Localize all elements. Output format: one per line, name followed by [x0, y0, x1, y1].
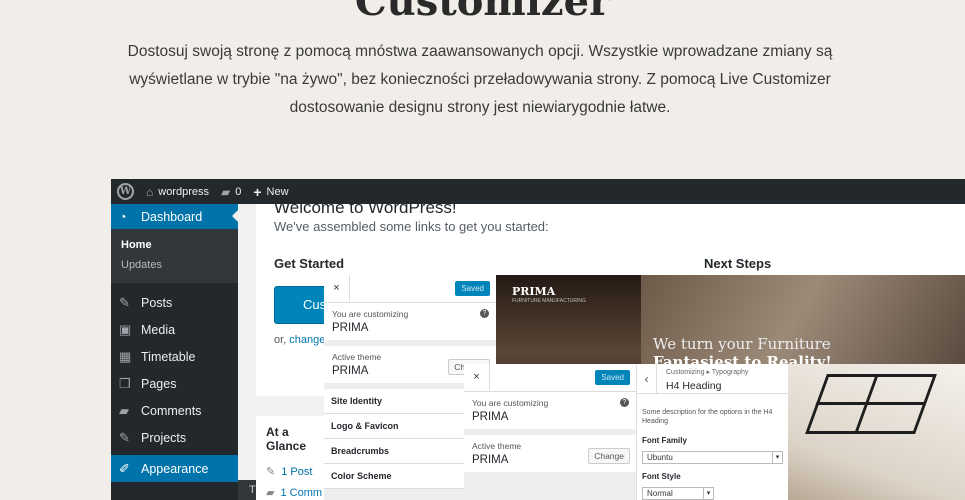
comment-icon: ▰: [221, 184, 231, 199]
customizing-site: PRIMA: [332, 322, 369, 334]
customizing-label: You are customizing: [332, 309, 409, 319]
sidebar-item-label: Posts: [141, 295, 173, 310]
comment-icon: ▰: [119, 402, 129, 418]
welcome-subtitle: We've assembled some links to get you st…: [274, 219, 549, 234]
sidebar-item-pages[interactable]: ❐ Pages: [111, 370, 238, 397]
font-family-label: Font Family: [642, 436, 687, 445]
glance-posts-link[interactable]: ✎ 1 Post: [256, 453, 331, 478]
saved-button[interactable]: Saved: [455, 281, 490, 296]
new-label: New: [266, 185, 289, 198]
get-started-heading: Get Started: [274, 256, 345, 271]
sidebar-item-label: Appearance: [141, 461, 209, 476]
admin-bar: W ⌂ wordpress ▰ 0 + New: [111, 179, 965, 204]
section-intro: Dostosuj swoją stronę z pomocą mnóstwa z…: [127, 43, 833, 116]
help-icon[interactable]: ?: [480, 309, 489, 318]
sidebar-item-label: Projects: [141, 430, 187, 445]
preview-brand: PRIMA: [512, 285, 556, 298]
pushpin-icon: ✎: [266, 466, 276, 478]
sidebar-item-projects[interactable]: ✎ Projects: [111, 424, 238, 451]
next-steps-heading: Next Steps: [704, 256, 772, 271]
theme-preview-interior: [788, 364, 965, 500]
customizing-label: You are customizing: [472, 398, 549, 408]
preview-hero-line1: We turn your Furniture: [653, 335, 831, 353]
comments-count: 0: [235, 185, 242, 198]
or-text: or,: [274, 334, 287, 346]
typography-header: ‹ Customizing ▸ Typography H4 Heading: [637, 364, 788, 394]
sidebar-item-label: Pages: [141, 376, 177, 391]
ceiling-lamp-bar: [815, 402, 927, 405]
sidebar-item-label: Timetable: [141, 349, 196, 364]
section-title: Customizer: [354, 0, 611, 25]
close-button[interactable]: ×: [324, 275, 350, 302]
saved-button[interactable]: Saved: [595, 370, 630, 385]
wp-admin-screenshot: W ⌂ wordpress ▰ 0 + New ◔ Dashboard Home Upd…: [111, 179, 965, 500]
active-theme-box: Active theme PRIMA Change: [464, 435, 636, 472]
help-icon[interactable]: ?: [620, 398, 629, 407]
sidebar-item-label: Comments: [141, 403, 202, 418]
sidebar-item-label: Media: [141, 322, 176, 337]
welcome-title: Welcome to WordPress!: [274, 198, 457, 217]
change-theme-text: or, change: [274, 334, 325, 346]
back-chevron-icon[interactable]: ‹: [637, 364, 657, 394]
sidebar-item-appearance[interactable]: ✐ Appearance: [111, 455, 238, 482]
customizer-header: × Saved: [324, 275, 496, 303]
customizer-header: × Saved: [464, 364, 636, 392]
sidebar-item-media[interactable]: ▣ Media: [111, 316, 238, 343]
site-name-link[interactable]: ⌂ wordpress: [140, 179, 215, 204]
comments-link[interactable]: ▰ 0: [215, 179, 247, 204]
customizing-info: You are customizing PRIMA ?: [324, 303, 496, 340]
wordpress-icon: W: [117, 183, 134, 200]
dashboard-submenu: Home Updates: [111, 229, 238, 283]
sidebar-item-timetable[interactable]: ▦ Timetable: [111, 343, 238, 370]
glance-comments-label: 1 Comm: [280, 487, 323, 499]
customizing-info: You are customizing PRIMA ?: [464, 392, 636, 429]
sidebar-item-posts[interactable]: ✎ Posts: [111, 289, 238, 316]
font-family-select[interactable]: Ubuntu: [642, 451, 783, 464]
pushpin-icon: ✎: [119, 429, 130, 445]
typography-panel: ‹ Customizing ▸ Typography H4 Heading So…: [636, 364, 788, 500]
sidebar-item-label: Dashboard: [141, 209, 203, 224]
sidebar-item-comments[interactable]: ▰ Comments: [111, 397, 238, 424]
close-button[interactable]: ×: [464, 364, 490, 391]
customizer-panel-2: × Saved You are customizing PRIMA ? Acti…: [464, 364, 636, 500]
wordpress-logo-button[interactable]: W: [111, 179, 140, 204]
glance-comments-link[interactable]: ▰ 1 Comm: [256, 478, 331, 499]
home-icon: ⌂: [146, 184, 154, 199]
brush-icon: ✐: [119, 460, 130, 476]
site-name: wordpress: [158, 185, 209, 198]
comment-icon: ▰: [266, 487, 275, 499]
sidebar-item-dashboard[interactable]: ◔ Dashboard: [111, 204, 238, 229]
change-theme-link[interactable]: change: [289, 334, 325, 346]
submenu-item-updates[interactable]: Updates: [111, 255, 238, 275]
typography-title: H4 Heading: [666, 380, 722, 392]
change-theme-button[interactable]: Change: [588, 448, 630, 464]
submenu-item-home[interactable]: Home: [111, 235, 238, 255]
media-icon: ▣: [119, 321, 132, 337]
typography-breadcrumb: Customizing ▸ Typography: [666, 369, 749, 376]
dashboard-icon: ◔: [119, 209, 127, 224]
font-style-select[interactable]: Normal: [642, 487, 714, 500]
pages-icon: ❐: [119, 375, 131, 391]
plus-icon: +: [253, 183, 262, 200]
typography-description: Some description for the options in the …: [642, 409, 773, 425]
preview-brand-sub: FURNITURE MANUFACTURING: [512, 298, 586, 304]
glance-posts-label: 1 Post: [281, 466, 313, 478]
pushpin-icon: ✎: [119, 294, 130, 310]
font-style-label: Font Style: [642, 472, 681, 481]
customizing-site: PRIMA: [472, 411, 509, 423]
admin-sidebar: ◔ Dashboard Home Updates ✎ Posts ▣ Media ▦ T…: [111, 204, 238, 500]
calendar-icon: ▦: [119, 348, 132, 364]
at-a-glance-widget: At a Glance ✎ 1 Post ▰ 1 Comm: [256, 416, 331, 500]
glance-title: At a Glance: [266, 425, 307, 453]
